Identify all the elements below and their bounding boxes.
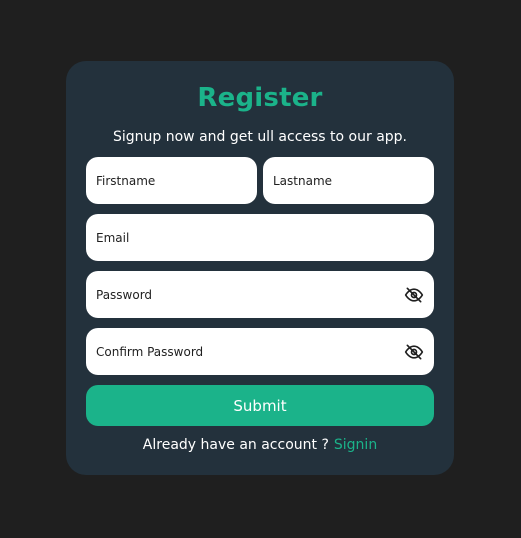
eye-slash-icon[interactable] (404, 342, 424, 362)
email-placeholder: Email (96, 230, 130, 245)
lastname-field[interactable]: Lastname (263, 157, 434, 204)
firstname-field[interactable]: Firstname (86, 157, 257, 204)
register-card: Register Signup now and get ull access t… (66, 61, 454, 475)
password-field[interactable]: Password (86, 271, 434, 318)
password-placeholder: Password (96, 287, 153, 302)
lastname-placeholder: Lastname (273, 173, 333, 188)
signin-prompt: Already have an account ? Signin (66, 437, 454, 453)
register-subtitle: Signup now and get ull access to our app… (113, 129, 407, 145)
signin-prompt-text: Already have an account ? (142, 437, 329, 453)
firstname-placeholder: Firstname (96, 173, 156, 188)
email-field[interactable]: Email (86, 214, 434, 261)
confirm-password-placeholder: Confirm Password (96, 344, 204, 359)
eye-slash-icon[interactable] (404, 285, 424, 305)
register-title: Register (197, 83, 323, 113)
confirm-password-field[interactable]: Confirm Password (86, 328, 434, 375)
submit-button[interactable]: Submit (86, 385, 434, 426)
signin-link[interactable]: Signin (334, 437, 377, 453)
